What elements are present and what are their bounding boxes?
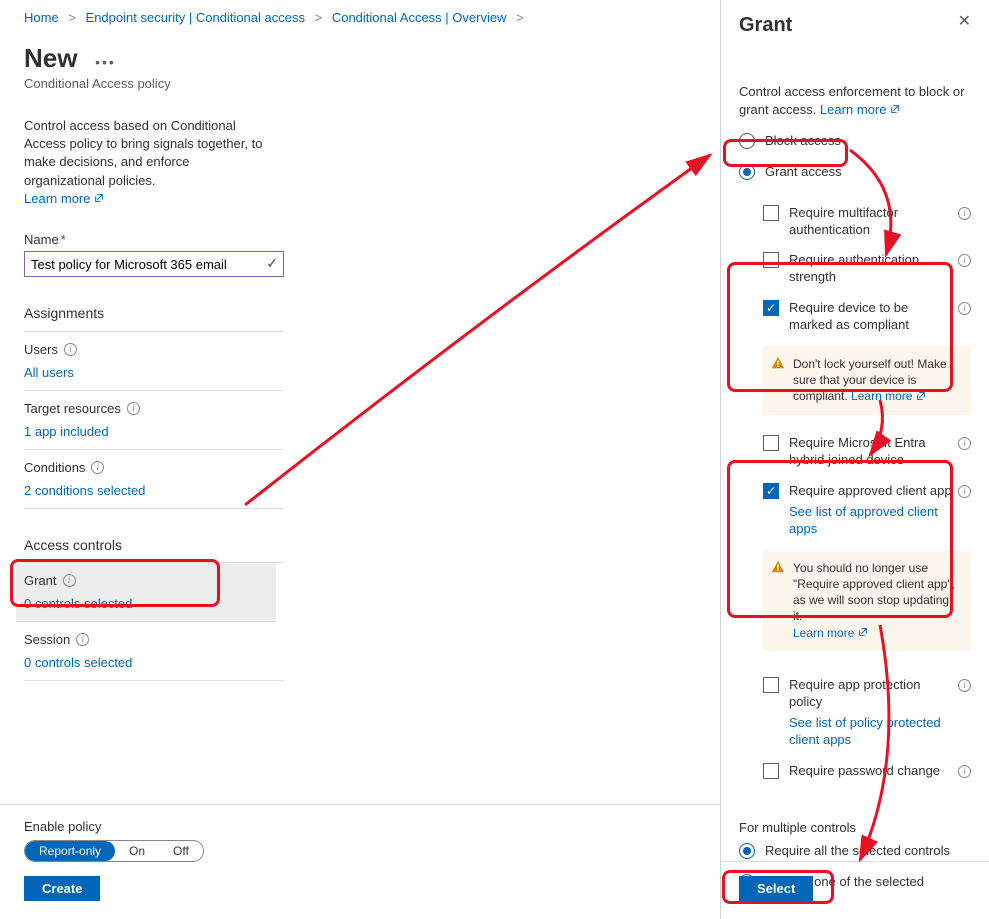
grant-access-radio[interactable]: Grant access xyxy=(739,164,971,181)
enable-policy-toggle[interactable]: Report-only On Off xyxy=(24,840,204,862)
warning-icon xyxy=(771,356,785,370)
approved-client-apps-link[interactable]: See list of approved client apps xyxy=(789,504,953,538)
toggle-report-only[interactable]: Report-only xyxy=(25,841,115,861)
enable-policy-label: Enable policy xyxy=(24,819,696,834)
session-value[interactable]: 0 controls selected xyxy=(24,655,132,670)
chevron-right-icon: > xyxy=(516,10,524,25)
approved-app-warning: You should no longer use "Require approv… xyxy=(763,550,971,652)
grant-panel: Grant ✕ Control access enforcement to bl… xyxy=(720,0,989,919)
session-label: Session xyxy=(24,632,70,647)
create-button[interactable]: Create xyxy=(24,876,100,901)
compliant-warning: Don't lock yourself out! Make sure that … xyxy=(763,346,971,415)
assignments-section-header: Assignments xyxy=(24,305,284,332)
external-link-icon xyxy=(890,101,900,119)
name-field-label: Name* xyxy=(24,232,284,247)
checkbox-icon xyxy=(763,435,779,451)
info-icon[interactable]: i xyxy=(64,343,77,356)
checkbox-icon xyxy=(763,205,779,221)
target-resources-block[interactable]: Target resources i 1 app included xyxy=(24,391,284,450)
info-icon[interactable]: i xyxy=(958,485,971,498)
info-icon[interactable]: i xyxy=(63,574,76,587)
info-icon[interactable]: i xyxy=(91,461,104,474)
conditions-value[interactable]: 2 conditions selected xyxy=(24,483,145,498)
require-password-change-checkbox[interactable]: Require password change i xyxy=(763,763,971,780)
info-icon[interactable]: i xyxy=(76,633,89,646)
close-icon[interactable]: ✕ xyxy=(958,14,971,30)
select-button[interactable]: Select xyxy=(739,876,813,901)
external-link-icon xyxy=(94,190,104,208)
checkbox-icon xyxy=(763,677,779,693)
warning-icon xyxy=(771,560,785,574)
checkbox-icon xyxy=(763,483,779,499)
require-app-protection-checkbox[interactable]: Require app protection policy See list o… xyxy=(763,677,971,749)
checkbox-icon xyxy=(763,252,779,268)
page-title: New xyxy=(24,43,77,74)
require-auth-strength-checkbox[interactable]: Require authentication strength i xyxy=(763,252,971,286)
more-menu-icon[interactable]: ••• xyxy=(95,54,116,70)
grant-value[interactable]: 0 controls selected xyxy=(24,596,132,611)
chevron-right-icon: > xyxy=(68,10,76,25)
radio-icon xyxy=(739,133,755,149)
grant-label: Grant xyxy=(24,573,57,588)
grant-block[interactable]: Grant i 0 controls selected xyxy=(16,563,276,622)
breadcrumb-home[interactable]: Home xyxy=(24,10,59,25)
grant-learn-more-link[interactable]: Learn more xyxy=(820,102,900,117)
breadcrumb-endpoint-security[interactable]: Endpoint security | Conditional access xyxy=(86,10,305,25)
require-all-controls-radio[interactable]: Require all the selected controls xyxy=(739,843,971,860)
compliant-warning-learn-more[interactable]: Learn more xyxy=(851,389,926,403)
breadcrumb-conditional-access[interactable]: Conditional Access | Overview xyxy=(332,10,507,25)
block-access-radio[interactable]: Block access xyxy=(739,133,971,150)
check-icon: ✓ xyxy=(266,255,278,272)
name-input[interactable] xyxy=(24,251,284,277)
page-subtitle: Conditional Access policy xyxy=(24,76,720,91)
access-controls-section-header: Access controls xyxy=(24,537,284,553)
breadcrumb: Home > Endpoint security | Conditional a… xyxy=(24,10,720,25)
target-resources-label: Target resources xyxy=(24,401,121,416)
learn-more-link[interactable]: Learn more xyxy=(24,191,104,206)
multiple-controls-label: For multiple controls xyxy=(739,820,971,835)
info-icon[interactable]: i xyxy=(958,765,971,778)
chevron-right-icon: > xyxy=(315,10,323,25)
require-mfa-checkbox[interactable]: Require multifactor authentication i xyxy=(763,205,971,239)
users-value[interactable]: All users xyxy=(24,365,74,380)
conditions-label: Conditions xyxy=(24,460,85,475)
target-resources-value[interactable]: 1 app included xyxy=(24,424,109,439)
session-block[interactable]: Session i 0 controls selected xyxy=(24,622,284,681)
info-icon[interactable]: i xyxy=(127,402,140,415)
conditions-block[interactable]: Conditions i 2 conditions selected xyxy=(24,450,284,509)
info-icon[interactable]: i xyxy=(958,207,971,220)
checkbox-icon xyxy=(763,300,779,316)
intro-text: Control access based on Conditional Acce… xyxy=(24,118,262,188)
external-link-icon xyxy=(916,389,926,405)
toggle-on[interactable]: On xyxy=(115,841,159,861)
app-protection-link[interactable]: See list of policy protected client apps xyxy=(789,715,953,749)
toggle-off[interactable]: Off xyxy=(159,841,203,861)
radio-icon xyxy=(739,843,755,859)
grant-panel-title: Grant xyxy=(739,14,792,37)
require-hybrid-joined-checkbox[interactable]: Require Microsoft Entra hybrid joined de… xyxy=(763,435,971,469)
radio-icon xyxy=(739,164,755,180)
require-compliant-device-checkbox[interactable]: Require device to be marked as compliant… xyxy=(763,300,971,334)
users-block[interactable]: Users i All users xyxy=(24,332,284,391)
approved-app-warning-learn-more[interactable]: Learn more xyxy=(793,626,868,640)
checkbox-icon xyxy=(763,763,779,779)
users-label: Users xyxy=(24,342,58,357)
external-link-icon xyxy=(858,625,868,641)
require-approved-client-app-checkbox[interactable]: Require approved client app See list of … xyxy=(763,483,971,538)
